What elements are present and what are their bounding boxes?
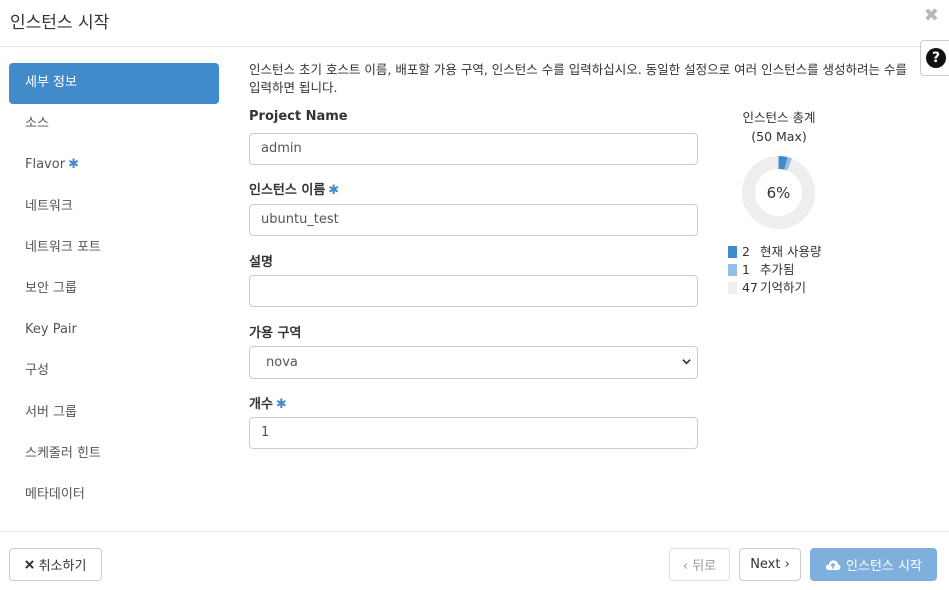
sidebar-item-label: 세부 정보: [25, 75, 77, 90]
cancel-button-label: 취소하기: [38, 559, 87, 574]
quota-percent: 6%: [767, 184, 791, 202]
sidebar-item-label: 스케줄러 힌트: [25, 445, 101, 461]
sidebar-item-label: 소스: [25, 116, 49, 132]
project-name-label: Project Name: [249, 109, 348, 124]
sidebar-item-label: 서버 그룹: [25, 404, 77, 420]
modal-footer: 취소하기 ‹ 뒤로 Next › 인스턴스 시작: [0, 531, 949, 590]
count-field[interactable]: 1: [249, 417, 698, 449]
sidebar-item[interactable]: 네트워크 포트: [9, 228, 219, 269]
sidebar-item-label: Flavor: [25, 157, 66, 173]
sidebar-item-label: 네트워크 포트: [25, 239, 101, 255]
availability-zone-label: 가용 구역: [249, 322, 301, 341]
sidebar-item[interactable]: 네트워크: [9, 187, 219, 228]
count-label-text: 개수: [249, 397, 273, 412]
next-button[interactable]: Next ›: [739, 548, 801, 581]
sidebar-item[interactable]: 보안 그룹: [9, 269, 219, 310]
legend-swatch: [728, 246, 737, 258]
legend-label: 기억하기: [760, 280, 807, 295]
close-icon[interactable]: ✖: [924, 6, 939, 26]
project-name-field[interactable]: admin: [249, 133, 698, 165]
description-field[interactable]: [249, 275, 698, 307]
launch-instance-button[interactable]: 인스턴스 시작: [810, 548, 937, 581]
sidebar-item-label: 메타데이터: [25, 486, 85, 502]
sidebar-item[interactable]: 세부 정보: [9, 63, 219, 105]
modal-title: 인스턴스 시작: [10, 13, 110, 33]
legend-swatch: [728, 282, 737, 294]
project-name-label-text: Project Name: [249, 109, 348, 124]
legend-label: 추가됨: [760, 262, 795, 277]
count-label: 개수 ✱: [249, 393, 287, 412]
availability-zone-label-text: 가용 구역: [249, 326, 302, 341]
cancel-button[interactable]: 취소하기: [9, 548, 102, 581]
sidebar-item[interactable]: Flavor ✱: [9, 145, 219, 186]
quota-donut-chart: 6%: [742, 156, 815, 229]
legend-value: 2: [742, 244, 750, 259]
sidebar-item-label: 보안 그룹: [25, 280, 77, 296]
legend-item: 2 현재 사용량: [728, 243, 821, 261]
next-button-label: Next ›: [750, 557, 790, 572]
cloud-upload-icon: [825, 559, 841, 571]
chevron-down-icon: [682, 359, 691, 365]
instance-name-label: 인스턴스 이름 ✱: [249, 179, 339, 198]
sidebar-item-label: 네트워크: [25, 198, 73, 214]
legend-swatch: [728, 264, 737, 276]
sidebar-item[interactable]: 서버 그룹: [9, 393, 219, 434]
required-icon: ✱: [68, 157, 79, 173]
sidebar-item[interactable]: 소스: [9, 104, 219, 145]
required-icon: ✱: [328, 183, 340, 198]
back-button[interactable]: ‹ 뒤로: [669, 548, 730, 581]
back-button-label: ‹ 뒤로: [682, 559, 717, 574]
instance-name-label-text: 인스턴스 이름: [249, 183, 326, 198]
form-description: 인스턴스 초기 호스트 이름, 배포할 가용 구역, 인스턴스 수를 입력하십시…: [249, 62, 908, 95]
quota-legend: 2 현재 사용량 1 추가됨 47 기억하기: [728, 243, 821, 297]
instance-name-field[interactable]: ubuntu_test: [249, 204, 698, 236]
sidebar-item-label: 구성: [25, 363, 49, 379]
modal-header: 인스턴스 시작 ✖: [0, 0, 949, 47]
legend-item: 47 기억하기: [728, 279, 821, 297]
launch-button-label: 인스턴스 시작: [846, 559, 922, 574]
legend-label: 현재 사용량: [760, 244, 822, 259]
legend-item: 1 추가됨: [728, 261, 821, 279]
sidebar-item[interactable]: 스케줄러 힌트: [9, 434, 219, 475]
availability-zone-select[interactable]: nova: [249, 346, 698, 379]
question-icon: ?: [926, 48, 946, 68]
availability-zone-value: nova: [266, 355, 298, 370]
help-button[interactable]: ?: [920, 40, 949, 76]
quota-title-text: 인스턴스 총계: [742, 110, 816, 125]
description-label-text: 설명: [249, 255, 273, 270]
legend-value: 47: [742, 280, 758, 295]
quota-subtitle: (50 Max): [751, 129, 807, 144]
required-icon: ✱: [275, 397, 287, 412]
wizard-sidebar: 세부 정보소스 Flavor ✱ 네트워크네트워크 포트보안 그룹 Key Pair 구성…: [9, 63, 219, 516]
description-label: 설명: [249, 251, 273, 270]
close-icon: [24, 560, 34, 569]
sidebar-item[interactable]: Key Pair: [9, 310, 219, 351]
sidebar-item-label: Key Pair: [25, 322, 77, 338]
quota-title: 인스턴스 총계 (50 Max): [719, 108, 839, 146]
legend-value: 1: [742, 262, 750, 277]
sidebar-item[interactable]: 구성: [9, 351, 219, 392]
sidebar-item[interactable]: 메타데이터: [9, 475, 219, 516]
